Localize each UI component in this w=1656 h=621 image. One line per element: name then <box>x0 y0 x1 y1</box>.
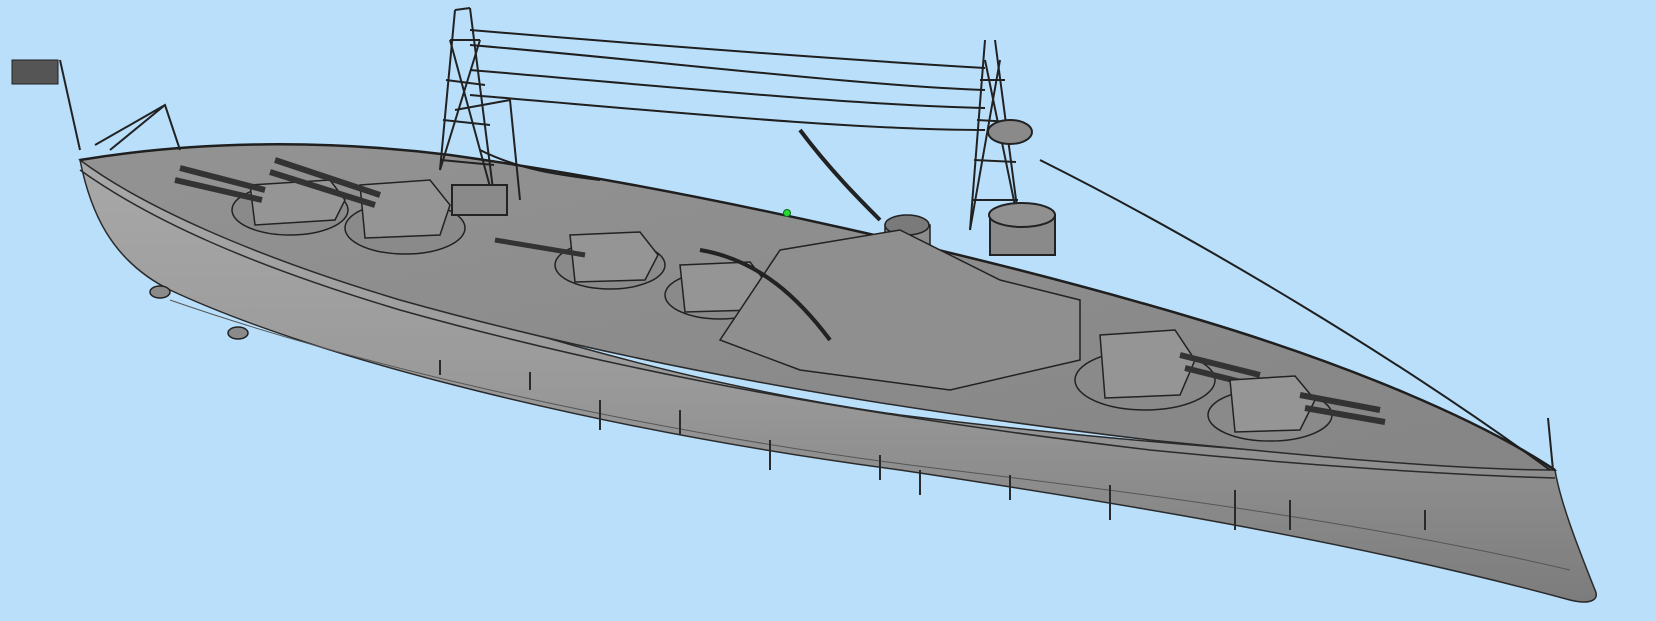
flag <box>11 59 81 151</box>
selection-marker[interactable] <box>783 209 791 217</box>
jackstaff <box>1547 417 1554 471</box>
3d-viewport[interactable] <box>0 0 1656 621</box>
aft-cage-mast <box>969 39 1056 256</box>
ship-model-render <box>11 7 1597 603</box>
stern-crane <box>94 103 181 151</box>
boom-crane <box>798 128 882 222</box>
